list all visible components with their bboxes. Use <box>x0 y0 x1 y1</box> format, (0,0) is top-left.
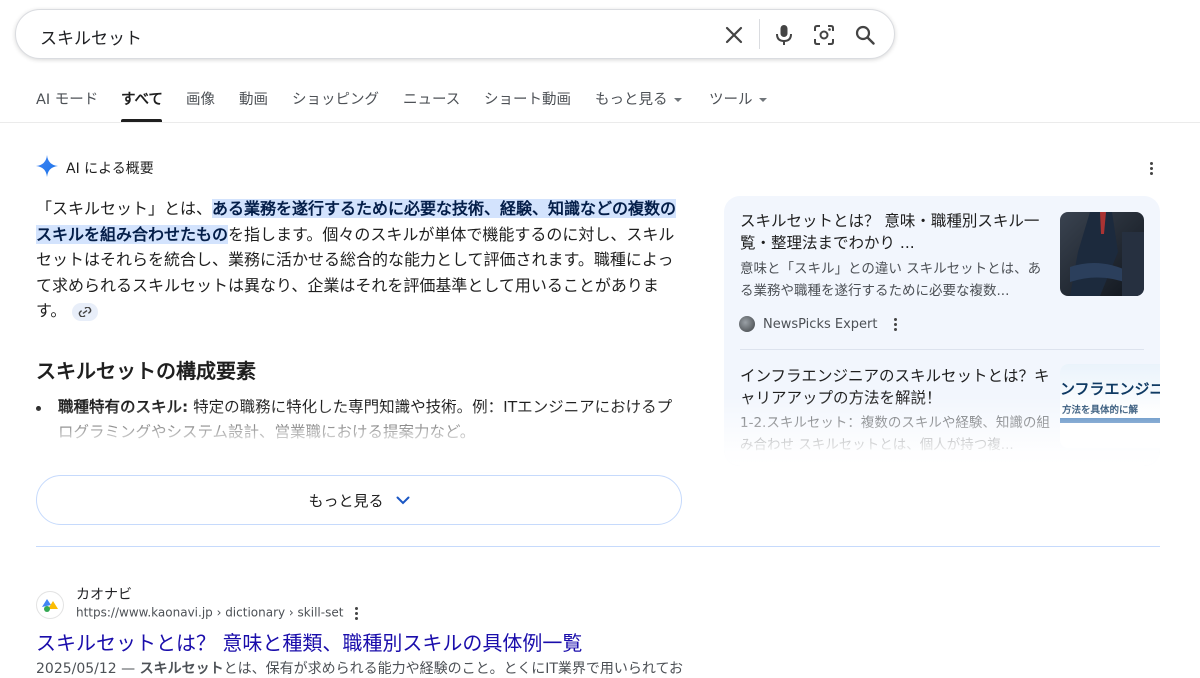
source-card-thumbnail <box>1060 212 1144 296</box>
tab-tools[interactable]: ツール <box>709 88 767 109</box>
source-card-snippet: 意味と「スキル」との違い スキルセットとは、ある業務や職種を遂行するために必要な… <box>740 261 1042 299</box>
result-menu-icon[interactable] <box>349 605 363 621</box>
lens-icon[interactable] <box>810 21 838 49</box>
tab-images[interactable]: 画像 <box>186 88 215 109</box>
source-card-title[interactable]: インフラエンジニアのスキルセットとは？キャリアアップの方法を解説！ <box>740 365 1056 409</box>
faded-next-line <box>58 463 658 473</box>
chevron-down-icon <box>396 496 410 505</box>
ai-overview-divider <box>36 546 1160 547</box>
bullet-dot <box>36 406 41 411</box>
section-heading: スキルセットの構成要素 <box>36 359 256 383</box>
show-more-button[interactable]: もっと見る <box>36 475 682 525</box>
clear-icon[interactable] <box>720 21 748 49</box>
card-divider <box>740 349 1144 350</box>
search-icon[interactable] <box>851 21 879 49</box>
tab-videos[interactable]: 動画 <box>239 88 268 109</box>
ai-overview-title: AI による概要 <box>66 161 154 177</box>
bullet-label: 職種特有のスキル: <box>58 398 189 416</box>
list-item: 職種特有のスキル: 特定の職務に特化した専門知識や技術。例：ITエンジニアにおけ… <box>36 395 686 445</box>
result-site-name[interactable]: カオナビ <box>76 584 132 604</box>
result-snippet: 2025/05/12 — スキルセットとは、保有が求められる能力や経験のこと。と… <box>36 658 683 678</box>
ai-overview-menu-icon[interactable] <box>1141 158 1161 178</box>
search-input[interactable] <box>38 23 682 49</box>
thumbnail-subtext: 方法を具体的に解 <box>1062 405 1139 416</box>
kaonavi-favicon <box>36 591 64 619</box>
chevron-down-icon <box>673 98 682 102</box>
ai-overview-header: AI による概要 <box>36 155 154 181</box>
search-bar <box>15 9 895 59</box>
source-card-thumbnail: ンフラエンジニ 方法を具体的に解 <box>1060 364 1160 448</box>
chevron-down-icon <box>758 98 767 102</box>
tab-ai-mode[interactable]: AI モード <box>36 88 98 109</box>
result-snippet-bold: スキルセット <box>139 661 224 677</box>
source-name: NewsPicks Expert <box>763 316 878 332</box>
source-attribution: NewsPicks Expert <box>739 314 905 334</box>
newspicks-favicon <box>739 316 755 332</box>
source-menu-icon[interactable] <box>885 314 905 334</box>
tab-news[interactable]: ニュース <box>403 88 460 109</box>
ai-intro-prefix: 「スキルセット」とは、 <box>36 199 213 218</box>
tab-shopping[interactable]: ショッピング <box>292 88 379 109</box>
ai-sources-panel: スキルセットとは？ 意味・職種別スキル一覧・整理法までわかり ... 意味と「ス… <box>724 196 1160 466</box>
search-divider <box>759 19 760 49</box>
show-more-label: もっと見る <box>308 491 384 510</box>
result-date: 2025/05/12 <box>36 661 117 677</box>
thumbnail-stripe <box>1060 418 1160 423</box>
microphone-icon[interactable] <box>770 21 798 49</box>
tab-more-label: もっと見る <box>595 92 668 108</box>
thumbnail-text: ンフラエンジニ <box>1060 380 1160 398</box>
tab-more[interactable]: もっと見る <box>595 88 682 109</box>
result-url[interactable]: https://www.kaonavi.jp › dictionary › sk… <box>76 605 363 621</box>
source-card-snippet: 1-2.スキルセット：複数のスキルや経験、知識の組み合わせ スキルセットとは、個… <box>740 415 1050 453</box>
sparkle-icon <box>36 155 58 181</box>
link-icon[interactable] <box>72 302 99 321</box>
result-snippet-rest: とは、保有が求められる能力や経験のこと。とくにIT業界で用いられてお <box>223 661 684 677</box>
ai-overview-text: 「スキルセット」とは、ある業務を遂行するために必要な技術、経験、知識などの複数の… <box>36 196 686 324</box>
tab-all[interactable]: すべて <box>121 88 163 109</box>
tab-tools-label: ツール <box>709 92 753 108</box>
result-url-text: https://www.kaonavi.jp › dictionary › sk… <box>76 605 344 620</box>
result-title-link[interactable]: スキルセットとは？ 意味と種類、職種別スキルの具体例一覧 <box>36 627 582 656</box>
tab-short-videos[interactable]: ショート動画 <box>484 88 571 109</box>
tabs-divider <box>0 122 1200 123</box>
source-card-title[interactable]: スキルセットとは？ 意味・職種別スキル一覧・整理法までわかり ... <box>740 210 1052 254</box>
result-dash: — <box>116 661 140 677</box>
